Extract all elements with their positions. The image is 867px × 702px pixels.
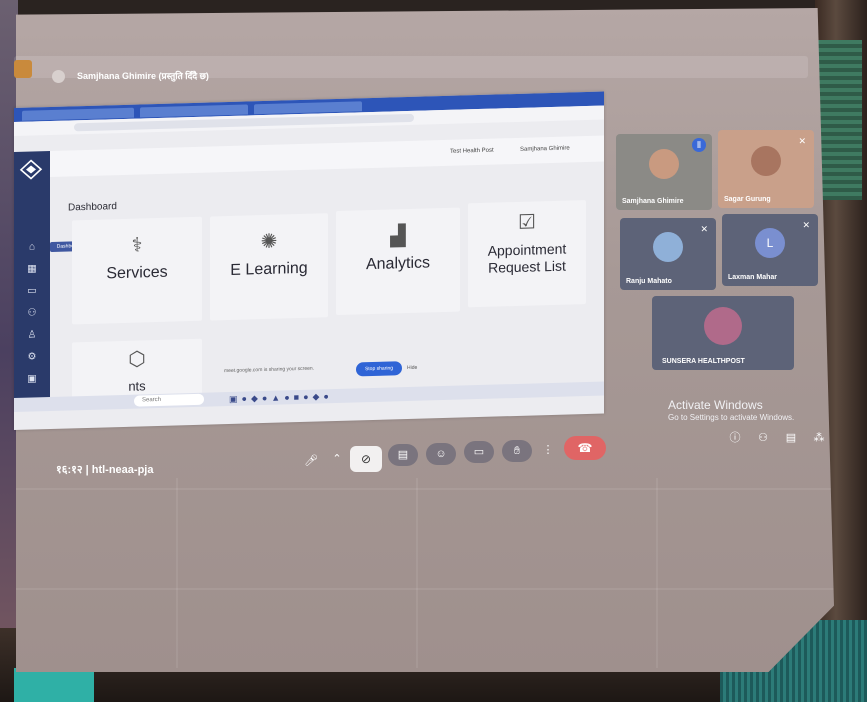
presenter-label: Samjhana Ghimire (प्रस्तुति दिँदै छ) — [77, 71, 209, 81]
activities-icon[interactable]: ⁂ — [812, 431, 826, 445]
taskbar-apps-icon[interactable]: ▣●◆●▲●■●◆● — [229, 391, 333, 405]
activate-windows-title: Activate Windows — [668, 398, 763, 412]
stethoscope-icon: ⚕ — [131, 234, 143, 257]
emoji-button[interactable]: ☺ — [426, 443, 456, 465]
present-button[interactable]: ▭ — [464, 441, 494, 463]
card-analytics[interactable]: ▟ Analytics — [336, 207, 460, 316]
stop-sharing-button[interactable]: Stop sharing — [356, 361, 402, 377]
avatar — [653, 231, 683, 262]
facility-name[interactable]: Test Health Post — [450, 148, 494, 155]
bar-chart-icon: ▟ — [390, 225, 406, 248]
meeting-app-icon — [14, 60, 32, 78]
screen-fold — [176, 478, 178, 668]
speaking-icon: ⦀ — [692, 138, 706, 152]
participant-name: SUNSERA HEALTHPOST — [662, 358, 745, 365]
meeting-time-code: १६:१२ | htl-neaa-pja — [56, 464, 154, 476]
box-icon[interactable]: ▣ — [26, 373, 38, 385]
card-appointment-request-list[interactable]: ☑ Appointment Request List — [468, 200, 586, 308]
avatar: L — [755, 227, 785, 258]
shared-screen-window: Test Health Post Samjhana Ghimire ⌂ ▦ ▭ … — [14, 91, 604, 430]
raise-hand-button[interactable]: ✋︎ — [502, 440, 532, 462]
card-e-learning[interactable]: ✺ E Learning — [210, 213, 328, 321]
participant-tile[interactable]: ⦀ Samjhana Ghimire — [616, 134, 712, 210]
card-label: Services — [106, 263, 168, 283]
settings-icon[interactable]: ⚙ — [26, 351, 38, 363]
avatar — [751, 146, 781, 177]
info-icon[interactable]: ⓘ — [728, 431, 742, 445]
participant-tile[interactable]: SUNSERA HEALTHPOST — [652, 296, 794, 370]
users-icon[interactable]: ⚇ — [26, 307, 38, 319]
user-menu[interactable]: Samjhana Ghimire — [520, 145, 570, 152]
person-icon[interactable]: ♙ — [26, 329, 38, 341]
end-call-button[interactable]: ☎ — [564, 436, 606, 460]
hide-button[interactable]: Hide — [407, 365, 417, 371]
participant-name: Samjhana Ghimire — [622, 198, 684, 205]
lightbulb-icon: ✺ — [260, 230, 278, 254]
share-notice-text: meet.google.com is sharing your screen. — [224, 365, 315, 375]
calendar-check-icon: ☑ — [518, 211, 536, 234]
chevron-up-icon[interactable]: ⌃ — [328, 448, 346, 470]
participant-name: Laxman Mahar — [728, 274, 778, 281]
participant-name: Ranju Mahato — [626, 278, 672, 285]
user-hexagon-icon: ⬡ — [128, 348, 146, 371]
avatar — [649, 149, 679, 180]
muted-icon: ✕ — [700, 224, 708, 234]
screen-fold — [416, 478, 418, 668]
screen-fold — [656, 478, 658, 668]
captions-button[interactable]: ▤ — [388, 444, 418, 466]
participant-tile[interactable]: ✕ Ranju Mahato — [620, 218, 716, 290]
home-icon[interactable]: ⌂ — [26, 241, 38, 253]
presenter-avatar — [52, 70, 65, 83]
activate-windows-subtitle: Go to Settings to activate Windows. — [668, 413, 795, 422]
page-title: Dashboard — [68, 201, 117, 214]
card-label: Appointment Request List — [487, 240, 567, 276]
people-icon[interactable]: ⚇ — [756, 431, 770, 445]
card-services[interactable]: ⚕ Services — [72, 216, 202, 325]
muted-icon: ✕ — [802, 220, 810, 230]
app-logo-icon — [19, 159, 43, 180]
card-label: E Learning — [230, 259, 308, 279]
window-blind — [818, 40, 862, 200]
chart-icon[interactable]: ▦ — [26, 263, 38, 275]
screen-fold — [16, 588, 834, 590]
more-options-icon[interactable]: ⋮ — [538, 439, 558, 461]
participant-tile[interactable]: ✕ Sagar Gurung — [718, 130, 814, 208]
taskbar-search[interactable]: Search — [134, 393, 204, 407]
app-sidebar: ⌂ ▦ ▭ ⚇ ♙ ⚙ ▣ — [14, 150, 50, 408]
mic-button[interactable]: 🎤︎ — [296, 450, 326, 472]
participant-tile[interactable]: ✕ L Laxman Mahar — [722, 214, 818, 286]
muted-icon: ✕ — [798, 136, 806, 146]
screen-share-notice: meet.google.com is sharing your screen. … — [224, 361, 424, 383]
avatar — [704, 306, 742, 345]
chat-icon[interactable]: ▤ — [784, 431, 798, 445]
app-header: Test Health Post Samjhana Ghimire — [50, 135, 604, 177]
screen-fold — [16, 488, 834, 490]
teal-object — [14, 668, 94, 702]
folder-icon[interactable]: ▭ — [26, 285, 38, 297]
camera-off-button[interactable]: ⊘ — [350, 446, 382, 472]
card-label: Analytics — [365, 254, 431, 274]
participant-name: Sagar Gurung — [724, 196, 771, 203]
